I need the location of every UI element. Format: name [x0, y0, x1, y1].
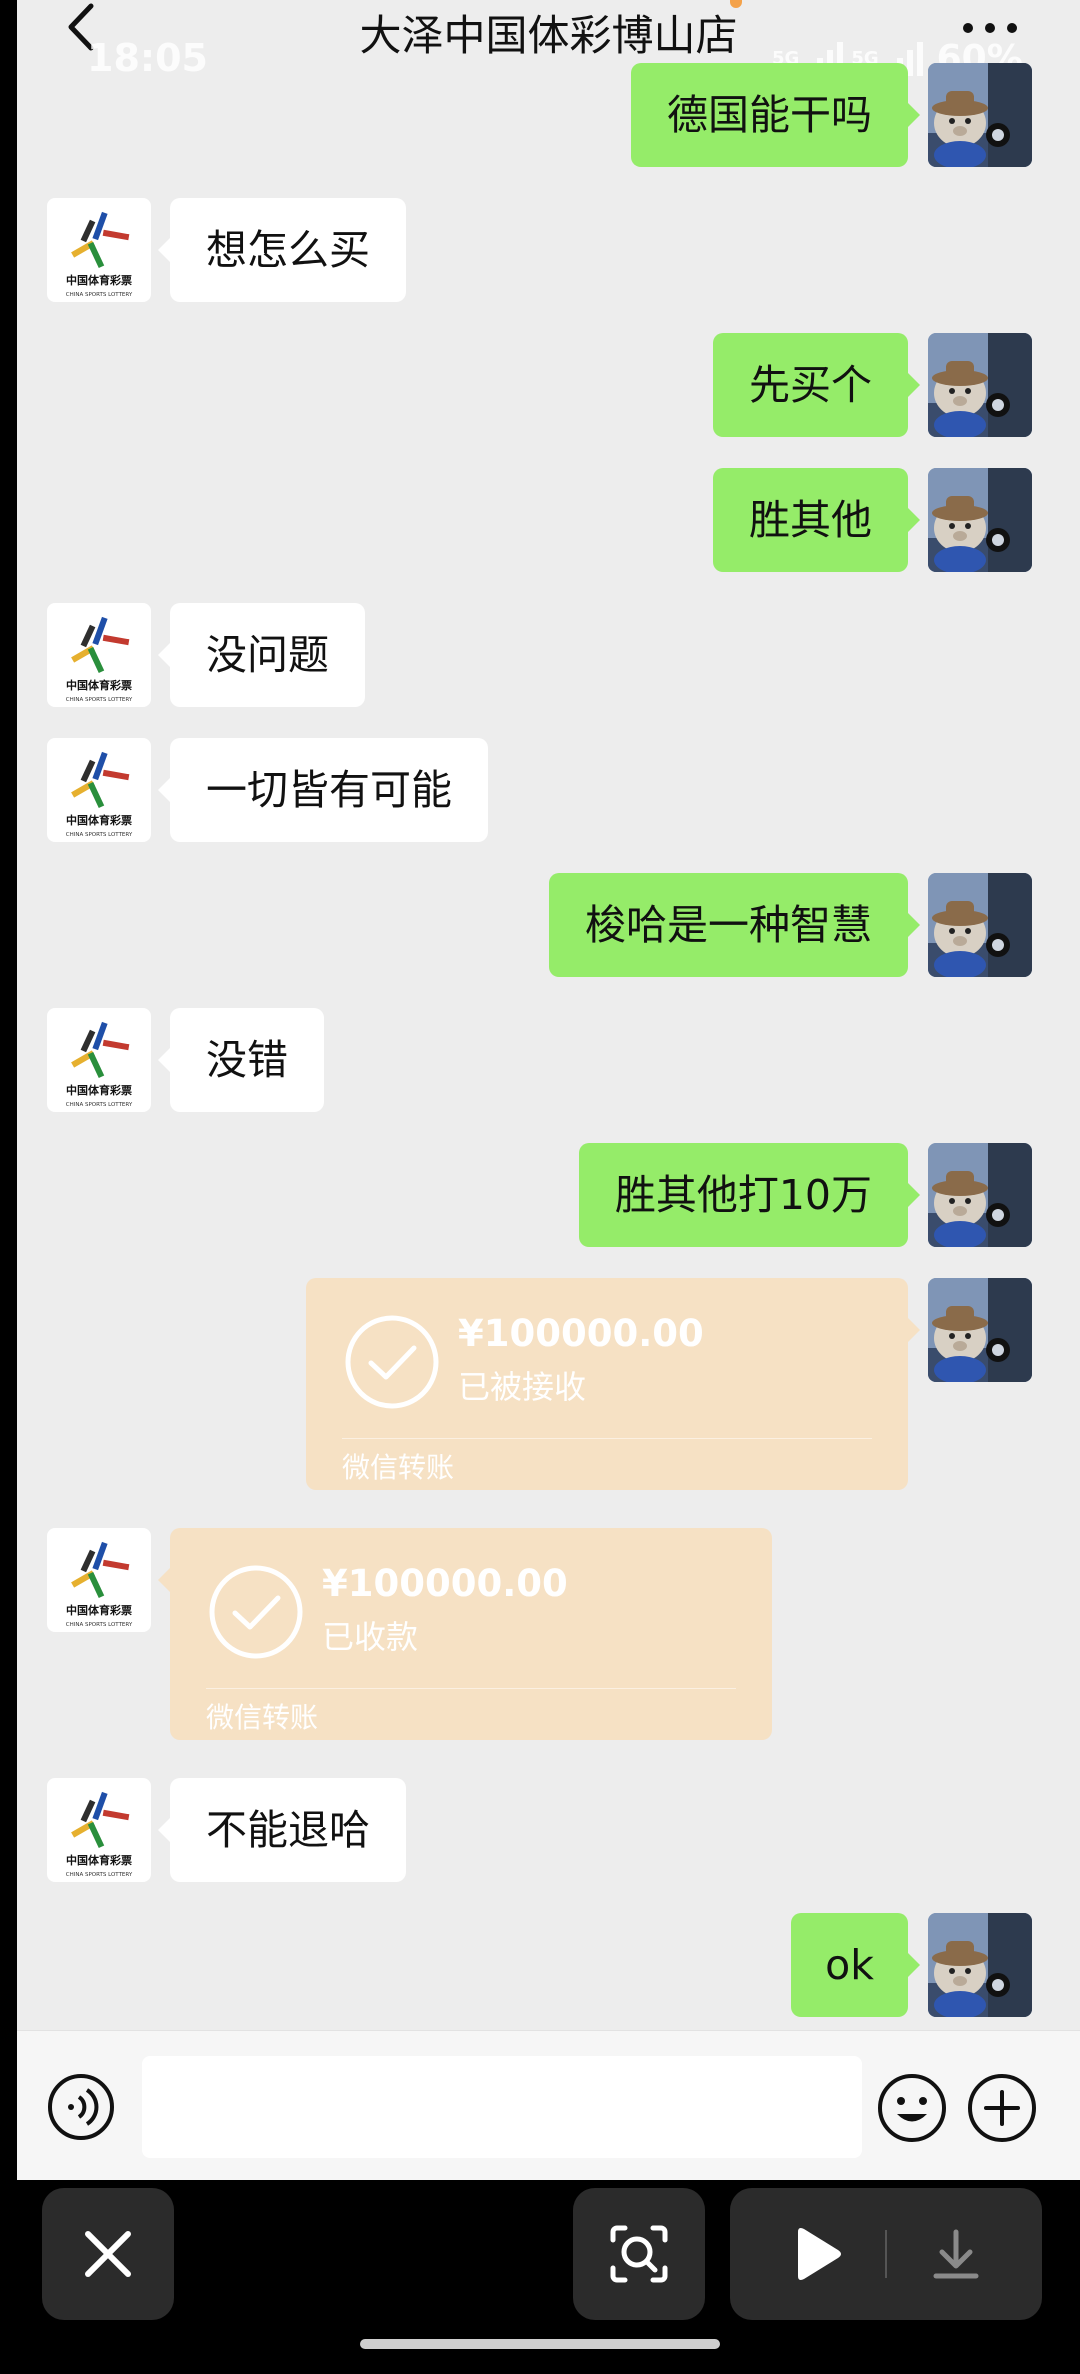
shop-avatar[interactable]: 中国体育彩票 CHINA SPORTS LOTTERY — [47, 1528, 151, 1632]
close-button[interactable] — [42, 2188, 174, 2320]
chat-header: 大泽中国体彩博山店 18:05 5G 5G 60% — [17, 0, 1080, 92]
shop-avatar[interactable]: 中国体育彩票 CHINA SPORTS LOTTERY — [47, 1778, 151, 1882]
message-bubble[interactable]: 不能退哈 — [158, 1778, 406, 1882]
message-bubble[interactable]: 梭哈是一种智慧 — [549, 873, 920, 977]
shop-logo-subtext: CHINA SPORTS LOTTERY — [66, 697, 133, 703]
play-icon[interactable] — [790, 2226, 844, 2282]
shop-avatar[interactable]: 中国体育彩票 CHINA SPORTS LOTTERY — [47, 1008, 151, 1112]
user-avatar[interactable] — [928, 333, 1032, 437]
chat-window: 大泽中国体彩博山店 18:05 5G 5G 60% 德国能干吗 中国体育彩票 CH… — [17, 0, 1080, 2180]
shop-logo-subtext: CHINA SPORTS LOTTERY — [66, 1622, 133, 1628]
emoji-icon[interactable] — [877, 2073, 947, 2143]
check-circle-icon — [209, 1565, 303, 1659]
shop-logo-subtext: CHINA SPORTS LOTTERY — [66, 292, 133, 298]
check-circle-icon — [345, 1315, 439, 1409]
shop-avatar[interactable]: 中国体育彩票 CHINA SPORTS LOTTERY — [47, 738, 151, 842]
media-divider — [885, 2230, 887, 2278]
message-bubble[interactable]: 胜其他 — [713, 468, 920, 572]
user-avatar[interactable] — [928, 1913, 1032, 2017]
transfer-status: 已被接收 — [458, 1368, 587, 1406]
shop-logo-text: 中国体育彩票 — [66, 1853, 132, 1867]
shop-logo-text: 中国体育彩票 — [66, 1083, 132, 1097]
more-options-icon[interactable] — [960, 20, 1020, 34]
transfer-status: 已收款 — [322, 1618, 419, 1656]
shop-logo-text: 中国体育彩票 — [66, 273, 132, 287]
transfer-card-sent[interactable]: ¥100000.00 已被接收 微信转账 — [306, 1278, 920, 1490]
message-bubble[interactable]: 先买个 — [713, 333, 920, 437]
shop-avatar[interactable]: 中国体育彩票 CHINA SPORTS LOTTERY — [47, 198, 151, 302]
transfer-amount: ¥100000.00 — [322, 1562, 568, 1605]
user-avatar[interactable] — [928, 63, 1032, 167]
transfer-amount: ¥100000.00 — [458, 1312, 704, 1355]
message-bubble[interactable]: ok — [791, 1913, 920, 2017]
download-icon[interactable] — [928, 2226, 984, 2282]
user-avatar[interactable] — [928, 1143, 1032, 1247]
shop-logo-text: 中国体育彩票 — [66, 1603, 132, 1617]
user-avatar[interactable] — [928, 468, 1032, 572]
user-avatar[interactable] — [928, 1278, 1032, 1382]
shop-avatar[interactable]: 中国体育彩票 CHINA SPORTS LOTTERY — [47, 603, 151, 707]
scan-search-icon — [610, 2225, 668, 2283]
shop-logo-subtext: CHINA SPORTS LOTTERY — [66, 1102, 133, 1108]
message-bubble[interactable]: 胜其他打10万 — [578, 1143, 921, 1247]
status-time: 18:05 — [87, 36, 208, 80]
shop-logo-text: 中国体育彩票 — [66, 678, 132, 692]
message-bubble[interactable]: 没错 — [158, 1008, 324, 1112]
scan-button[interactable] — [573, 2188, 705, 2320]
input-bar — [17, 2030, 1080, 2180]
transfer-brand: 微信转账 — [342, 1451, 455, 1484]
transfer-brand: 微信转账 — [206, 1701, 319, 1734]
message-bubble[interactable]: 德国能干吗 — [631, 63, 920, 167]
home-indicator[interactable] — [360, 2339, 720, 2349]
transfer-divider — [206, 1688, 736, 1689]
voice-icon[interactable] — [47, 2073, 115, 2141]
media-controls — [730, 2188, 1042, 2320]
transfer-divider — [342, 1438, 872, 1439]
transfer-card-received[interactable]: ¥100000.00 已收款 微信转账 — [158, 1528, 772, 1740]
plus-icon[interactable] — [967, 2073, 1037, 2143]
message-input[interactable] — [142, 2056, 862, 2158]
shop-logo-subtext: CHINA SPORTS LOTTERY — [66, 832, 133, 838]
shop-logo-subtext: CHINA SPORTS LOTTERY — [66, 1872, 133, 1878]
shop-logo-text: 中国体育彩票 — [66, 813, 132, 827]
close-icon — [85, 2231, 131, 2277]
message-bubble[interactable]: 没问题 — [158, 603, 365, 707]
message-bubble[interactable]: 一切皆有可能 — [158, 738, 488, 842]
message-bubble[interactable]: 想怎么买 — [158, 198, 406, 302]
user-avatar[interactable] — [928, 873, 1032, 977]
